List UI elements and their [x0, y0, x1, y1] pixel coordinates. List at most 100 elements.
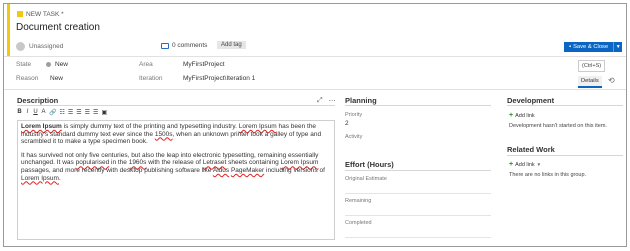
text-run: is simply dummy text of the printing and…	[61, 123, 239, 130]
chevron-down-icon: ▼	[536, 162, 542, 167]
description-actions: ⤢ ⋯	[317, 97, 336, 105]
original-estimate-field[interactable]	[345, 193, 491, 194]
save-button-group: ▪ Save & Close ▼	[564, 42, 623, 52]
state-indicator-icon	[46, 62, 51, 67]
spellcheck-word: popularised	[75, 159, 110, 167]
area-value[interactable]: MyFirstProject	[183, 61, 225, 68]
save-icon: ▪	[569, 44, 572, 50]
expand-icon[interactable]: ⤢	[317, 97, 323, 105]
plus-icon: +	[509, 161, 514, 168]
avatar	[16, 42, 25, 51]
save-close-label: Save & Close	[573, 44, 609, 50]
description-paragraph: It has survived not only five centuries,…	[21, 152, 331, 182]
spellcheck-word: Lorem Ipsum	[21, 123, 62, 130]
add-link-label: Add link	[515, 112, 535, 119]
area-label: Area	[139, 61, 153, 68]
work-item-type: NEW TASK *	[17, 9, 64, 19]
activity-label: Activity	[345, 134, 363, 140]
related-work-underline	[507, 155, 623, 156]
plus-icon: +	[509, 112, 514, 119]
tab-details[interactable]: Details	[578, 76, 602, 88]
related-work-heading: Related Work	[507, 145, 555, 154]
spellcheck-word: Aldus	[212, 166, 230, 174]
planning-underline	[345, 105, 491, 106]
description-editor[interactable]: Lorem Ipsum is simply dummy text of the …	[17, 120, 335, 240]
highlight-button[interactable]: A	[41, 109, 46, 116]
state-value[interactable]: New	[55, 61, 68, 68]
completed-field[interactable]	[345, 237, 491, 238]
state-field: State New	[16, 61, 68, 68]
planning-heading: Planning	[345, 96, 377, 105]
spellcheck-word: Letraset	[202, 159, 227, 167]
remaining-label: Remaining	[345, 198, 372, 204]
reason-field: Reason New	[16, 75, 63, 82]
reason-label: Reason	[16, 75, 39, 82]
underline-button[interactable]: U	[33, 109, 38, 116]
style-icon[interactable]: ☷	[59, 109, 64, 116]
header-divider	[4, 56, 626, 57]
development-add-link[interactable]: + Add link	[509, 112, 535, 119]
indent-icon[interactable]: ☰	[85, 109, 90, 116]
description-underline	[17, 105, 335, 106]
work-item-title[interactable]: Document creation	[16, 22, 100, 33]
text-run: in the	[109, 159, 129, 167]
history-icon[interactable]: ⟲	[608, 76, 615, 85]
save-close-button[interactable]: ▪ Save & Close	[564, 42, 614, 52]
iteration-field: Iteration MyFirstProject\Iteration 1	[139, 75, 255, 82]
iteration-value[interactable]: MyFirstProject\Iteration 1	[183, 75, 255, 82]
assignee-picker[interactable]: Unassigned	[16, 42, 63, 51]
text-run: sheets containing	[226, 159, 281, 167]
save-dropdown-button[interactable]: ▼	[613, 42, 623, 52]
remaining-field[interactable]	[345, 215, 491, 216]
image-icon[interactable]: ▣	[101, 109, 107, 116]
work-item-type-color-bar	[7, 4, 10, 56]
outdent-icon[interactable]: ☰	[93, 109, 98, 116]
task-icon	[17, 11, 23, 17]
comments-count: 0 comments	[172, 42, 208, 49]
bullet-list-icon[interactable]: ☰	[68, 109, 73, 116]
work-item-form: NEW TASK * Document creation Unassigned …	[3, 3, 627, 247]
completed-label: Completed	[345, 220, 372, 226]
spellcheck-word: Lorem Ipsum	[21, 174, 59, 182]
state-label: State	[16, 61, 32, 68]
priority-value[interactable]: 2	[345, 120, 349, 127]
save-shortcut-tooltip: (Ctrl+S)	[578, 60, 606, 72]
reason-value[interactable]: New	[50, 75, 63, 82]
body-divider	[4, 89, 626, 90]
related-work-info: There are no links in this group.	[509, 172, 587, 178]
numbered-list-icon[interactable]: ☰	[76, 109, 81, 116]
spellcheck-word: PageMaker	[230, 166, 265, 174]
text-run: including versions of	[264, 166, 325, 174]
text-run: passages, and more recently with desktop…	[21, 166, 213, 174]
effort-heading: Effort (Hours)	[345, 160, 394, 169]
italic-button[interactable]: I	[25, 109, 30, 116]
link-icon[interactable]: 🔗	[49, 109, 56, 116]
iteration-label: Iteration	[139, 75, 163, 82]
more-options-icon[interactable]: ⋯	[329, 97, 336, 105]
work-item-type-label: NEW TASK *	[26, 10, 64, 18]
development-heading: Development	[507, 96, 555, 105]
bold-button[interactable]: B	[17, 109, 22, 116]
rich-text-toolbar: B I U A 🔗 ☷ ☰ ☰ ☰ ☰ ▣	[17, 109, 107, 116]
add-tag-button[interactable]: Add tag	[217, 41, 246, 49]
development-info: Development hasn't started on this item.	[509, 123, 607, 129]
related-work-add-link[interactable]: + Add link ▼	[509, 161, 541, 168]
text-run: .	[58, 174, 61, 182]
priority-label: Priority	[345, 112, 363, 118]
spellcheck-word: 1960s	[128, 159, 147, 167]
effort-underline	[345, 170, 491, 171]
comment-icon	[161, 42, 169, 49]
text-run: with the release of	[146, 159, 203, 167]
spellcheck-word: Lorem Ipsum	[280, 159, 319, 167]
description-paragraph: Lorem Ipsum is simply dummy text of the …	[21, 123, 331, 146]
original-estimate-label: Original Estimate	[345, 176, 387, 182]
assignee-label: Unassigned	[29, 43, 64, 50]
comments-link[interactable]: 0 comments	[161, 42, 207, 49]
add-link-label: Add link	[515, 161, 535, 168]
development-underline	[507, 105, 623, 106]
chevron-down-icon: ▼	[615, 44, 621, 50]
description-heading: Description	[17, 96, 59, 105]
spellcheck-word: Lorem Ipsum	[238, 123, 277, 130]
area-field: Area MyFirstProject	[139, 61, 225, 68]
spellcheck-word: 1500s	[154, 130, 173, 138]
